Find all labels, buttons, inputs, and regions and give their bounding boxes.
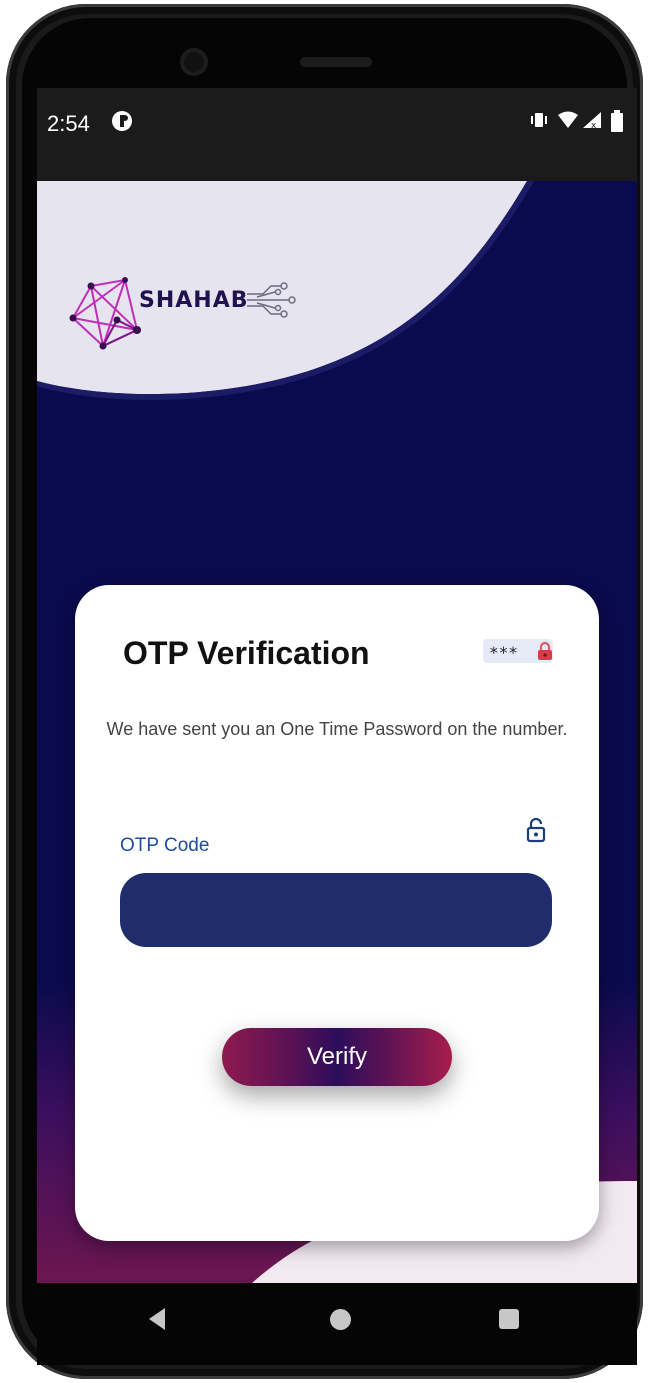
vibrate-icon [529,110,549,136]
battery-icon [611,110,623,138]
svg-text:x: x [591,121,597,130]
status-time: 2:54 [47,111,90,136]
signal-icon: x [581,110,603,136]
back-icon[interactable] [149,1308,165,1330]
otp-card: OTP Verification *** We have sent you an… [75,585,599,1241]
lock-icon [537,641,553,666]
circuit-trace-icon [247,282,296,318]
otp-description: We have sent you an One Time Password on… [106,719,568,739]
status-bar: 2:54 x [37,88,637,181]
otp-code-label: OTP Code [120,835,210,856]
earpiece-speaker [300,57,372,67]
recent-apps-icon[interactable] [499,1309,519,1329]
otp-code-input[interactable] [120,873,552,947]
wifi-icon [557,110,579,136]
password-badge: *** [483,639,553,663]
system-nav-bar [37,1283,637,1365]
front-camera [180,48,208,76]
network-logo-icon [69,277,141,350]
home-icon[interactable] [330,1309,351,1330]
card-title: OTP Verification [123,635,370,671]
brand-logo: SHAHAB [67,276,307,366]
screen: 2:54 x SHAHAB OTP Verification *** We ha… [37,88,637,1283]
verify-button[interactable]: Verify [222,1028,452,1086]
brand-name: SHAHAB [139,288,249,313]
notification-icon [111,110,133,138]
unlock-icon[interactable] [525,817,547,848]
app-content: SHAHAB OTP Verification *** We have sent… [37,181,637,1283]
password-stars: *** [489,643,518,662]
